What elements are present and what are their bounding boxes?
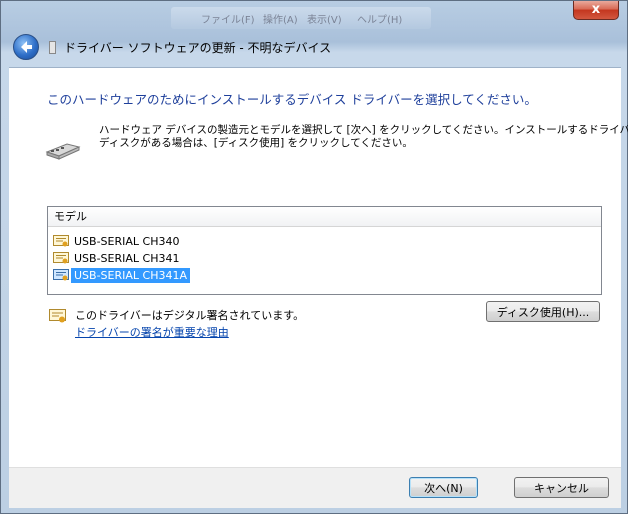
signature-status-text: このドライバーはデジタル署名されています。 xyxy=(75,309,305,322)
model-column-header[interactable]: モデル xyxy=(48,207,601,227)
model-list-item-selected[interactable]: USB-SERIAL CH341A xyxy=(53,267,190,283)
model-item-label: USB-SERIAL CH341A xyxy=(71,267,190,283)
instructions-line: ハードウェア デバイスの製造元とモデルを選択して [次へ] をクリックしてくださ… xyxy=(99,124,628,136)
title-bar: ドライバー ソフトウェアの更新 - 不明なデバイス xyxy=(9,29,621,67)
back-button[interactable] xyxy=(13,34,39,60)
hardware-device-icon xyxy=(45,143,81,160)
device-icon xyxy=(49,41,56,54)
have-disk-button[interactable]: ディスク使用(H)... xyxy=(486,301,600,322)
signature-info-link[interactable]: ドライバーの署名が重要な理由 xyxy=(75,324,229,340)
signed-driver-icon xyxy=(49,309,66,323)
certificate-icon xyxy=(53,234,69,246)
model-item-label: USB-SERIAL CH341 xyxy=(74,251,180,265)
model-list-item[interactable]: USB-SERIAL CH341 xyxy=(53,250,182,266)
page-heading: このハードウェアのためにインストールするデバイス ドライバーを選択してください。 xyxy=(47,92,537,107)
dialog-window: ファイル(F) 操作(A) 表示(V) ヘルプ(H) x ドライバー ソフトウェ… xyxy=(0,0,628,514)
back-arrow-icon xyxy=(21,41,32,53)
background-menu-item: ヘルプ(H) xyxy=(357,15,403,26)
certificate-icon xyxy=(53,268,69,280)
wizard-content: このハードウェアのためにインストールするデバイス ドライバーを選択してください。… xyxy=(9,67,628,468)
model-item-label: USB-SERIAL CH340 xyxy=(74,234,180,248)
background-menu-item: ファイル(F) xyxy=(201,15,255,26)
close-button[interactable]: x xyxy=(573,1,619,20)
instructions-line: ディスクがある場合は、[ディスク使用] をクリックしてください。 xyxy=(99,137,413,149)
background-menu-item: 操作(A) xyxy=(263,15,298,26)
next-button[interactable]: 次へ(N) xyxy=(409,477,478,498)
certificate-icon xyxy=(53,251,69,263)
wizard-footer: 次へ(N) キャンセル xyxy=(9,467,621,508)
model-listbox[interactable]: モデル USB-SERIAL CH340 USB-SERIAL CH341 US… xyxy=(47,206,602,295)
cancel-button[interactable]: キャンセル xyxy=(514,477,609,498)
background-menu-item: 表示(V) xyxy=(307,15,342,26)
model-list-item[interactable]: USB-SERIAL CH340 xyxy=(53,233,182,249)
window-title: ドライバー ソフトウェアの更新 - 不明なデバイス xyxy=(64,41,332,55)
instructions-text: ハードウェア デバイスの製造元とモデルを選択して [次へ] をクリックしてくださ… xyxy=(99,124,628,150)
